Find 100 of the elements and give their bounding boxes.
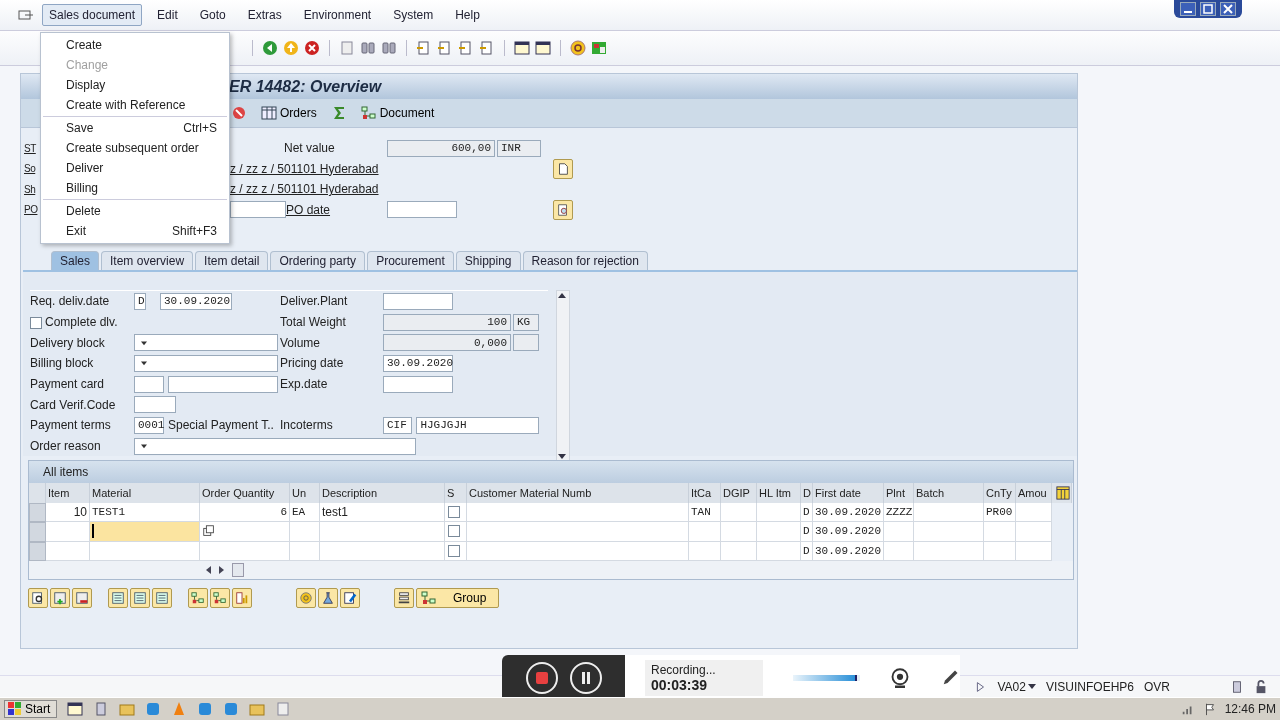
- menu-item[interactable]: Help: [448, 4, 487, 26]
- scroll-up-icon[interactable]: [557, 291, 568, 299]
- input-field[interactable]: [230, 201, 286, 219]
- code-field[interactable]: 0001: [134, 416, 164, 434]
- table-cell[interactable]: TEST1: [90, 502, 200, 522]
- address-link[interactable]: z / zz z / 501101 Hyderabad: [230, 161, 549, 176]
- column-header[interactable]: Material: [90, 483, 200, 503]
- toolbar-button[interactable]: [394, 588, 414, 608]
- column-header[interactable]: ItCa: [689, 483, 721, 503]
- start-button[interactable]: Start: [4, 700, 58, 718]
- stop-button[interactable]: [525, 661, 558, 694]
- column-header[interactable]: Batch: [914, 483, 984, 503]
- address-link[interactable]: z / zz z / 501101 Hyderabad: [230, 182, 549, 197]
- column-header[interactable]: S: [445, 483, 467, 503]
- close-button[interactable]: [1220, 2, 1236, 16]
- menu-item[interactable]: System: [386, 4, 441, 26]
- group-button[interactable]: Group: [416, 588, 500, 608]
- webcam-icon[interactable]: [890, 667, 910, 688]
- column-header[interactable]: Item: [46, 483, 90, 503]
- dropdown-field[interactable]: [134, 334, 278, 352]
- maximize-button[interactable]: [1200, 2, 1216, 16]
- column-header[interactable]: CnTy: [984, 483, 1016, 503]
- date-field[interactable]: [387, 201, 457, 219]
- layout-icon[interactable]: [591, 40, 607, 56]
- find-next-icon[interactable]: [381, 40, 397, 56]
- dropdown-field[interactable]: [134, 437, 416, 455]
- input-field[interactable]: 30.09.2020: [383, 354, 453, 372]
- scroll-thumb[interactable]: [232, 563, 244, 577]
- column-header[interactable]: Un: [290, 483, 320, 503]
- column-header[interactable]: D: [801, 483, 813, 503]
- checkbox[interactable]: [448, 525, 460, 538]
- back-icon[interactable]: [262, 40, 278, 56]
- header-corner-cell[interactable]: [29, 483, 46, 503]
- first-page-icon[interactable]: [416, 40, 432, 56]
- scroll-left-icon[interactable]: [204, 565, 212, 575]
- code-field[interactable]: CIF: [383, 416, 413, 434]
- column-header[interactable]: First date: [813, 483, 884, 503]
- menu-item[interactable]: Extras: [240, 4, 289, 26]
- menu-option[interactable]: Create with Reference: [41, 95, 229, 115]
- tab[interactable]: Item overview: [101, 251, 194, 270]
- menu-option[interactable]: Billing: [41, 178, 229, 198]
- tab[interactable]: Reason for rejection: [522, 251, 648, 270]
- next-page-icon[interactable]: [458, 40, 474, 56]
- column-header[interactable]: Plnt: [884, 483, 914, 503]
- input-field[interactable]: [134, 396, 176, 414]
- checkbox[interactable]: Complete dlv.: [30, 315, 280, 330]
- table-cell[interactable]: [90, 522, 200, 542]
- date-field[interactable]: 30.09.2020: [160, 292, 232, 310]
- input-field[interactable]: [168, 375, 278, 393]
- checkbox[interactable]: [448, 544, 460, 557]
- last-page-icon[interactable]: [479, 40, 495, 56]
- cancel-icon[interactable]: [304, 40, 320, 56]
- column-header[interactable]: Order Quantity: [200, 483, 290, 503]
- input-field[interactable]: HJGJGJH: [416, 416, 539, 434]
- scrollbar[interactable]: [556, 290, 570, 462]
- menu-option[interactable]: Create: [41, 35, 229, 55]
- menu-option[interactable]: Display: [41, 75, 229, 95]
- search-button[interactable]: [553, 199, 573, 220]
- window-icon[interactable]: [514, 40, 530, 56]
- desktop-icon[interactable]: [67, 701, 84, 717]
- menu-option[interactable]: Exit Shift+F3: [41, 221, 229, 241]
- column-header[interactable]: DGIP: [721, 483, 757, 503]
- app-icon[interactable]: [223, 701, 240, 717]
- menu-option[interactable]: Save Ctrl+S: [41, 118, 229, 138]
- menu-icon[interactable]: [18, 7, 34, 23]
- scroll-right-icon[interactable]: [218, 565, 226, 575]
- menu-item[interactable]: Edit: [150, 4, 185, 26]
- window-icon[interactable]: [535, 40, 551, 56]
- column-header[interactable]: Description: [320, 483, 445, 503]
- input-field[interactable]: [134, 375, 164, 393]
- orders-button[interactable]: Orders: [259, 103, 319, 123]
- toolbar-button[interactable]: [340, 588, 360, 608]
- table-cell[interactable]: [90, 541, 200, 561]
- input-field[interactable]: [383, 292, 453, 310]
- menu-item[interactable]: Sales document: [42, 4, 143, 26]
- tab[interactable]: Ordering party: [270, 251, 366, 270]
- tab[interactable]: Procurement: [367, 251, 454, 270]
- horizontal-scrollbar[interactable]: [29, 561, 1073, 579]
- input-field[interactable]: [383, 375, 453, 393]
- transaction-code[interactable]: VA02: [997, 679, 1036, 694]
- menu-item[interactable]: Environment: [296, 4, 379, 26]
- menu-item[interactable]: Goto: [192, 4, 233, 26]
- find-icon[interactable]: [360, 40, 376, 56]
- checkbox[interactable]: [448, 505, 460, 518]
- document-flow-button[interactable]: Document: [358, 103, 437, 123]
- tab[interactable]: Shipping: [455, 251, 521, 270]
- tab[interactable]: Item detail: [195, 251, 269, 270]
- column-header[interactable]: Amou: [1016, 483, 1052, 503]
- pause-button[interactable]: [569, 661, 602, 694]
- value-help-icon[interactable]: [202, 524, 216, 539]
- previous-page-icon[interactable]: [437, 40, 453, 56]
- toolbar-button[interactable]: [28, 588, 48, 608]
- menu-option[interactable]: Deliver: [41, 158, 229, 178]
- tab[interactable]: Sales: [51, 251, 100, 270]
- column-header[interactable]: HL Itm: [757, 483, 801, 503]
- column-header[interactable]: Customer Material Numb: [467, 483, 689, 503]
- menu-option[interactable]: Delete: [41, 201, 229, 221]
- menu-option[interactable]: Create subsequent order: [41, 138, 229, 158]
- minimize-button[interactable]: [1180, 2, 1196, 16]
- document-button[interactable]: [553, 158, 573, 179]
